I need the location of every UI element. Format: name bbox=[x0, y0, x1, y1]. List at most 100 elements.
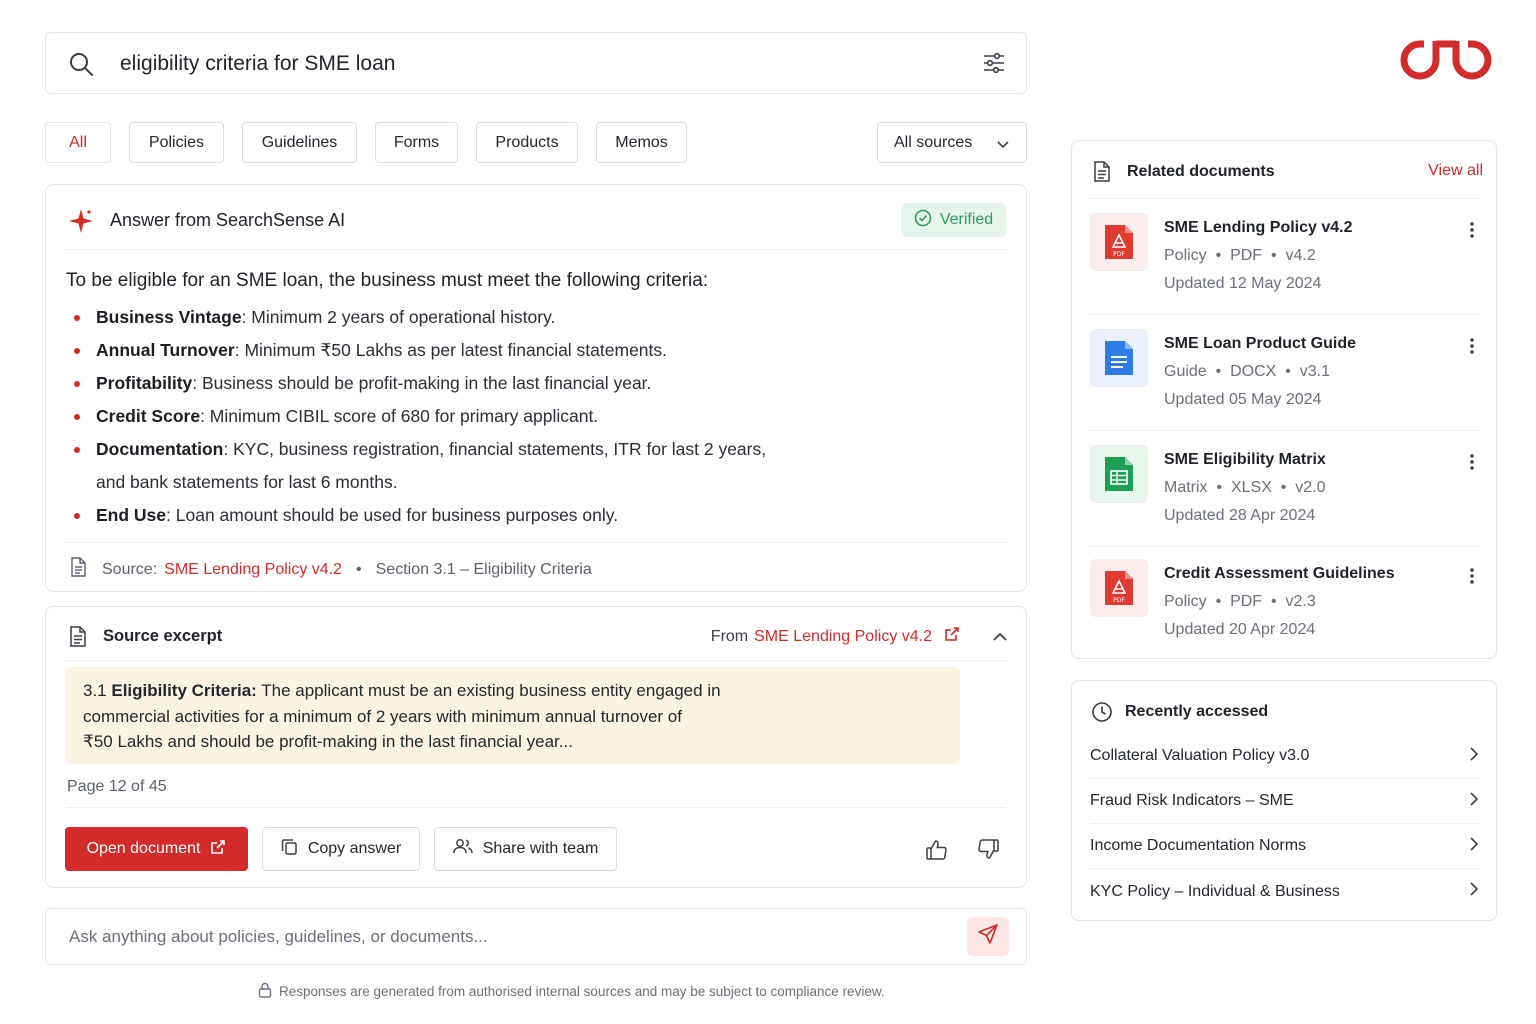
criteria-term: Profitability bbox=[96, 373, 193, 393]
bullet bbox=[74, 381, 80, 387]
answer-source: Source: SME Lending Policy v4.2 • Sectio… bbox=[70, 557, 592, 582]
document-updated: Updated 05 May 2024 bbox=[1164, 391, 1322, 408]
recent-item-label: Income Documentation Norms bbox=[1090, 837, 1307, 854]
related-document-item[interactable]: SME Loan Product Guide Guide • DOCX • v3… bbox=[1090, 315, 1479, 431]
doc-icon bbox=[1090, 329, 1148, 387]
recent-item-label: Collateral Valuation Policy v3.0 bbox=[1090, 747, 1310, 764]
thumbs-up-icon[interactable] bbox=[926, 839, 948, 865]
criteria-term: Annual Turnover bbox=[96, 340, 235, 360]
chevron-right-icon bbox=[1469, 746, 1479, 767]
document-meta: Guide • DOCX • v3.1 bbox=[1164, 363, 1330, 380]
document-version: v2.3 bbox=[1285, 593, 1316, 610]
excerpt-document-link[interactable]: SME Lending Policy v4.2 bbox=[754, 628, 932, 646]
answer-card: Answer from SearchSense AI Verified To b… bbox=[45, 184, 1027, 592]
lock-icon bbox=[258, 982, 272, 1001]
criteria-term: Documentation bbox=[96, 439, 224, 459]
tab-guidelines[interactable]: Guidelines bbox=[242, 122, 357, 163]
more-vertical-icon[interactable] bbox=[1469, 337, 1475, 360]
sources-select[interactable]: All sources bbox=[877, 122, 1027, 163]
excerpt-text: 3.1 Eligibility Criteria: The applicant … bbox=[66, 667, 960, 764]
document-icon bbox=[69, 626, 87, 652]
thumbs-down-icon[interactable] bbox=[977, 839, 999, 865]
more-vertical-icon[interactable] bbox=[1469, 567, 1475, 590]
from-label: From bbox=[710, 627, 749, 645]
document-icon bbox=[1093, 161, 1111, 187]
verified-label: Verified bbox=[939, 211, 994, 228]
more-vertical-icon[interactable] bbox=[1469, 453, 1475, 476]
excerpt-line: ₹50 Lakhs and should be profit-making in… bbox=[83, 732, 573, 751]
criteria-item: Annual Turnover: Minimum ₹50 Lakhs as pe… bbox=[96, 334, 667, 367]
recently-accessed-panel: Recently accessed Collateral Valuation P… bbox=[1071, 680, 1497, 921]
source-section: Section 3.1 – Eligibility Criteria bbox=[375, 560, 592, 578]
clock-icon bbox=[1091, 701, 1113, 728]
chevron-right-icon bbox=[1469, 881, 1479, 902]
document-name: SME Eligibility Matrix bbox=[1164, 451, 1326, 468]
divider bbox=[66, 542, 1006, 543]
open-document-label: Open document bbox=[86, 840, 201, 857]
external-link-icon[interactable] bbox=[944, 626, 960, 647]
copy-answer-button[interactable]: Copy answer bbox=[262, 827, 420, 871]
recent-item[interactable]: Income Documentation Norms bbox=[1090, 824, 1479, 869]
copy-icon bbox=[281, 838, 298, 860]
share-with-team-button[interactable]: Share with team bbox=[434, 827, 617, 871]
tab-memos[interactable]: Memos bbox=[596, 122, 687, 163]
source-document-link[interactable]: SME Lending Policy v4.2 bbox=[164, 561, 342, 579]
send-button[interactable] bbox=[967, 917, 1009, 956]
divider bbox=[66, 807, 1006, 808]
tab-all[interactable]: All bbox=[45, 122, 111, 163]
footnote-text: Responses are generated from authorised … bbox=[279, 984, 885, 999]
excerpt-heading: Eligibility Criteria: bbox=[111, 681, 257, 700]
tab-forms[interactable]: Forms bbox=[375, 122, 458, 163]
related-documents-panel: Related documents View all PDF SME Lendi… bbox=[1071, 140, 1497, 659]
criteria-text: : Business should be profit-making in th… bbox=[192, 373, 652, 393]
chevron-up-icon[interactable] bbox=[992, 629, 1008, 647]
criteria-term: Credit Score bbox=[96, 406, 201, 426]
document-type: Matrix bbox=[1164, 479, 1208, 496]
related-title: Related documents bbox=[1127, 163, 1275, 180]
compliance-footnote: Responses are generated from authorised … bbox=[258, 982, 885, 1001]
share-label: Share with team bbox=[482, 840, 599, 857]
ask-input[interactable]: Ask anything about policies, guidelines,… bbox=[69, 927, 488, 947]
criteria-term: Business Vintage bbox=[96, 307, 242, 327]
tab-products[interactable]: Products bbox=[476, 122, 578, 163]
svg-text:PDF: PDF bbox=[1113, 251, 1125, 258]
divider bbox=[66, 249, 1006, 250]
recent-item[interactable]: Fraud Risk Indicators – SME bbox=[1090, 779, 1479, 824]
chevron-right-icon bbox=[1469, 791, 1479, 812]
criteria-text: : Loan amount should be used for busines… bbox=[166, 505, 619, 525]
brand-logo bbox=[1400, 38, 1492, 87]
search-input[interactable]: eligibility criteria for SME loan bbox=[120, 52, 395, 76]
ask-bar[interactable]: Ask anything about policies, guidelines,… bbox=[45, 908, 1027, 965]
pdf-icon: PDF bbox=[1090, 559, 1148, 617]
bullet bbox=[74, 315, 80, 321]
page-number: Page 12 of 45 bbox=[67, 778, 167, 795]
related-document-item[interactable]: PDF SME Lending Policy v4.2 Policy • PDF… bbox=[1090, 199, 1479, 315]
view-all-link[interactable]: View all bbox=[1428, 162, 1483, 180]
document-meta: Matrix • XLSX • v2.0 bbox=[1164, 479, 1326, 496]
document-meta: Policy • PDF • v4.2 bbox=[1164, 247, 1316, 264]
criteria-text: : Minimum CIBIL score of 680 for primary… bbox=[200, 406, 599, 426]
recent-item[interactable]: KYC Policy – Individual & Business bbox=[1090, 869, 1479, 914]
document-updated: Updated 20 Apr 2024 bbox=[1164, 621, 1316, 638]
bullet bbox=[74, 348, 80, 354]
filter-settings-icon[interactable] bbox=[982, 51, 1006, 80]
tab-policies[interactable]: Policies bbox=[129, 122, 224, 163]
svg-text:PDF: PDF bbox=[1113, 597, 1125, 604]
more-vertical-icon[interactable] bbox=[1469, 221, 1475, 244]
chevron-down-icon bbox=[996, 137, 1010, 155]
excerpt-title: Source excerpt bbox=[103, 627, 223, 645]
check-circle-icon bbox=[914, 209, 932, 232]
excerpt-lead: 3.1 bbox=[83, 681, 112, 700]
verified-badge: Verified bbox=[901, 203, 1006, 237]
recent-item[interactable]: Collateral Valuation Policy v3.0 bbox=[1090, 734, 1479, 779]
bullet bbox=[74, 513, 80, 519]
document-type: Policy bbox=[1164, 593, 1207, 610]
related-document-item[interactable]: SME Eligibility Matrix Matrix • XLSX • v… bbox=[1090, 431, 1479, 547]
answer-header: Answer from SearchSense AI bbox=[110, 210, 346, 230]
criteria-text: : Minimum 2 years of operational history… bbox=[241, 307, 556, 327]
related-document-item[interactable]: PDF Credit Assessment Guidelines Policy … bbox=[1090, 545, 1479, 661]
open-document-button[interactable]: Open document bbox=[65, 827, 248, 871]
search-icon bbox=[68, 51, 94, 82]
document-name: Credit Assessment Guidelines bbox=[1164, 565, 1395, 582]
search-bar[interactable]: eligibility criteria for SME loan bbox=[45, 32, 1027, 94]
